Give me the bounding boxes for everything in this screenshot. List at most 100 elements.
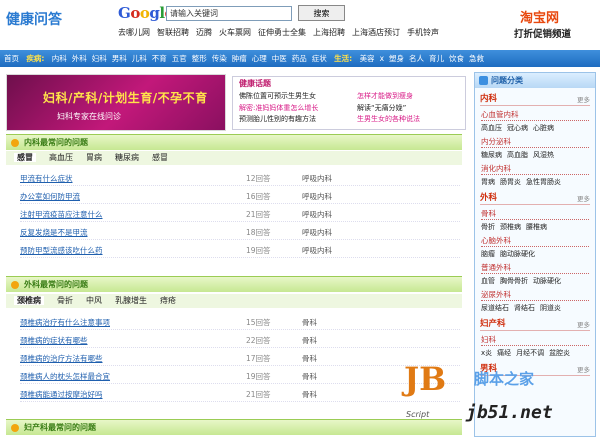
- sidebar-item[interactable]: x炎: [481, 349, 492, 357]
- subcategory[interactable]: 普通外科: [481, 262, 589, 274]
- question-link[interactable]: 颈椎病人的枕头怎样最合宜: [20, 370, 110, 384]
- nav-home[interactable]: 首页: [4, 54, 19, 63]
- search-button[interactable]: 搜索: [298, 5, 345, 21]
- hot-link[interactable]: 上海酒店预订: [352, 28, 400, 37]
- hot-link[interactable]: 去哪儿网: [118, 28, 150, 37]
- tab[interactable]: 感冒: [152, 153, 168, 162]
- sidebar-item[interactable]: 尿道结石: [481, 304, 509, 312]
- department[interactable]: 呼吸内科: [302, 226, 332, 240]
- question-link[interactable]: 办公室如何防甲流: [20, 190, 80, 204]
- department[interactable]: 呼吸内科: [302, 208, 332, 222]
- subcategory[interactable]: 心脑外科: [481, 235, 589, 247]
- department[interactable]: 骨科: [302, 388, 317, 402]
- nav-item[interactable]: 内科: [52, 54, 67, 63]
- sidebar-item[interactable]: 肠胃炎: [500, 178, 521, 186]
- sidebar-item[interactable]: 急性胃肠炎: [526, 178, 561, 186]
- tab[interactable]: 糖尿病: [115, 153, 139, 162]
- question-link[interactable]: 颈椎病的症状有哪些: [20, 334, 88, 348]
- department[interactable]: 骨科: [302, 334, 317, 348]
- hot-link[interactable]: 上海招聘: [313, 28, 345, 37]
- question-link[interactable]: 注射甲流疫苗应注意什么: [20, 208, 103, 222]
- question-link[interactable]: 预防甲型流感该吃什么药: [20, 244, 103, 258]
- sidebar-item[interactable]: 胸骨骨折: [500, 277, 528, 285]
- nav-item[interactable]: 名人: [409, 54, 424, 63]
- sidebar-item[interactable]: 颈椎病: [500, 223, 521, 231]
- subcategory[interactable]: 骨科: [481, 208, 589, 220]
- department[interactable]: 呼吸内科: [302, 190, 332, 204]
- sidebar-item[interactable]: 冠心病: [507, 124, 528, 132]
- nav-item[interactable]: 急救: [469, 54, 484, 63]
- question-link[interactable]: 颈椎病能通过按摩治好吗: [20, 388, 103, 402]
- hot-link[interactable]: 手机铃声: [407, 28, 439, 37]
- site-logo[interactable]: 健康问答: [6, 9, 62, 29]
- sidebar-item[interactable]: 血管: [481, 277, 495, 285]
- department[interactable]: 骨科: [302, 352, 317, 366]
- question-link[interactable]: 颈椎病的治疗方法有哪些: [20, 352, 103, 366]
- sidebar-item[interactable]: 肾结石: [514, 304, 535, 312]
- hot-link[interactable]: 火车票网: [219, 28, 251, 37]
- sidebar-item[interactable]: 阴道炎: [540, 304, 561, 312]
- sidebar-item[interactable]: 月经不调: [516, 349, 544, 357]
- nav-item[interactable]: 五官: [172, 54, 187, 63]
- tab[interactable]: 痔疮: [160, 296, 176, 305]
- sidebar-item[interactable]: 心脏病: [533, 124, 554, 132]
- hot-link[interactable]: 征伸勇士全集: [258, 28, 306, 37]
- sidebar-item[interactable]: 高血压: [481, 124, 502, 132]
- nav-item[interactable]: 外科: [72, 54, 87, 63]
- nav-item[interactable]: 中医: [272, 54, 287, 63]
- more-link[interactable]: 更多: [577, 192, 590, 206]
- subcategory[interactable]: 内分泌科: [481, 136, 589, 148]
- taobao-logo[interactable]: 淘宝网: [520, 7, 559, 26]
- subcategory[interactable]: 消化内科: [481, 163, 589, 175]
- taobao-slogan[interactable]: 打折促销频道: [514, 26, 571, 40]
- nav-item[interactable]: 男科: [112, 54, 127, 63]
- question-link[interactable]: 反复发烧是不是甲流: [20, 226, 88, 240]
- sidebar-item[interactable]: 高血脂: [507, 151, 528, 159]
- sidebar-item[interactable]: 腰椎病: [526, 223, 547, 231]
- tab[interactable]: 高血压: [49, 153, 73, 162]
- nav-item[interactable]: 心理: [252, 54, 267, 63]
- subcategory[interactable]: 妇科: [481, 334, 589, 346]
- topic-link[interactable]: 解密:准妈妈体重怎么增长: [239, 103, 318, 115]
- question-link[interactable]: 甲流有什么症状: [20, 172, 73, 186]
- tab[interactable]: 胃病: [86, 153, 102, 162]
- more-link[interactable]: 更多: [577, 318, 590, 332]
- nav-item[interactable]: 整形: [192, 54, 207, 63]
- nav-item[interactable]: 不育: [152, 54, 167, 63]
- department[interactable]: 骨科: [302, 316, 317, 330]
- nav-item[interactable]: 美容: [360, 54, 375, 63]
- tab[interactable]: 感冒: [14, 153, 36, 162]
- subcategory[interactable]: 泌尿外科: [481, 289, 589, 301]
- sidebar-item[interactable]: 脑动脉硬化: [500, 250, 535, 258]
- nav-item[interactable]: 肿瘤: [232, 54, 247, 63]
- category-gynecology[interactable]: 妇产科 更多: [480, 317, 590, 331]
- tab[interactable]: 乳腺增生: [115, 296, 147, 305]
- nav-item[interactable]: x: [380, 54, 384, 63]
- search-input[interactable]: [166, 6, 292, 21]
- sidebar-item[interactable]: 脑瘤: [481, 250, 495, 258]
- sidebar-item[interactable]: 糖尿病: [481, 151, 502, 159]
- question-link[interactable]: 颈椎病治疗有什么注意事项: [20, 316, 110, 330]
- promo-banner[interactable]: 妇科/产科/计划生育/不孕不育 妇科专家在线问诊: [6, 74, 226, 131]
- nav-item[interactable]: 妇科: [92, 54, 107, 63]
- topic-link[interactable]: 佛陈位置可预示生男生女: [239, 91, 318, 103]
- nav-item[interactable]: 药品: [292, 54, 307, 63]
- tab[interactable]: 骨折: [57, 296, 73, 305]
- sidebar-item[interactable]: 风湿热: [533, 151, 554, 159]
- nav-item[interactable]: 传染: [212, 54, 227, 63]
- sidebar-item[interactable]: 痛经: [497, 349, 511, 357]
- department[interactable]: 呼吸内科: [302, 244, 332, 258]
- topic-link[interactable]: 预测胎儿性别的有趣方法: [239, 114, 318, 126]
- subcategory[interactable]: 心血管内科: [481, 109, 589, 121]
- nav-item[interactable]: 饮食: [449, 54, 464, 63]
- nav-item[interactable]: 育儿: [429, 54, 444, 63]
- nav-item[interactable]: 塑身: [389, 54, 404, 63]
- hot-link[interactable]: 智联招聘: [157, 28, 189, 37]
- topic-link[interactable]: 怎样才能做到瘦身: [357, 91, 420, 103]
- nav-item[interactable]: 症状: [312, 54, 327, 63]
- sidebar-item[interactable]: 胃病: [481, 178, 495, 186]
- topic-link[interactable]: 生男生女的各种说法: [357, 114, 420, 126]
- department[interactable]: 呼吸内科: [302, 172, 332, 186]
- category-surgery[interactable]: 外科 更多: [480, 191, 590, 205]
- nav-item[interactable]: 儿科: [132, 54, 147, 63]
